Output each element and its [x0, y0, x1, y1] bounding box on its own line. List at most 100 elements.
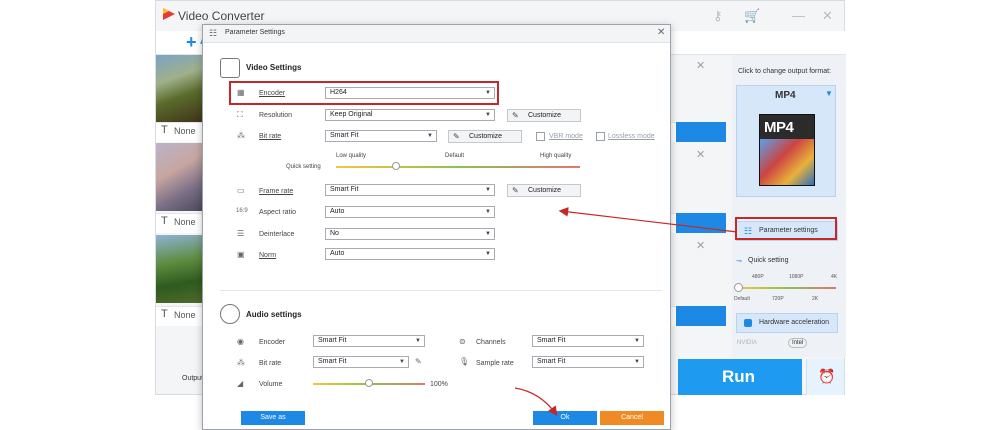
quick-setting-slider-track[interactable]	[736, 287, 836, 289]
aspect-ratio-label: Aspect ratio	[259, 209, 296, 216]
subtitle-value[interactable]: None	[174, 217, 196, 227]
channels-label: Channels	[476, 339, 506, 346]
chevron-down-icon: ▼	[485, 187, 491, 193]
video-thumbnail-people[interactable]	[156, 143, 202, 211]
nvidia-badge[interactable]: NVIDIA	[737, 340, 757, 346]
run-button[interactable]: Run	[678, 359, 802, 395]
dialog-close-icon[interactable]: ✕	[657, 27, 665, 38]
volume-value: 100%	[430, 381, 448, 388]
aspect-ratio-select[interactable]: Auto ▼	[325, 206, 495, 218]
minimize-icon[interactable]: —	[792, 8, 805, 23]
item-action-bar[interactable]	[676, 306, 726, 326]
cart-icon[interactable]: 🛒	[744, 8, 760, 24]
item-action-bar[interactable]	[676, 122, 726, 142]
chevron-down-icon: ▼	[634, 359, 640, 365]
audio-bitrate-icon: ⁂	[237, 358, 245, 367]
output-format-selector[interactable]: MP4 ▼ MP4	[736, 85, 836, 197]
sample-rate-label: Sample rate	[476, 360, 514, 367]
resolution-label: Resolution	[259, 112, 293, 119]
chevron-down-icon: ▼	[485, 112, 491, 118]
video-thumbnail-forest[interactable]	[156, 235, 202, 303]
bitrate-value: Smart Fit	[330, 132, 359, 139]
frame-rate-select[interactable]: Smart Fit ▼	[325, 184, 495, 196]
quick-setting-slider-knob[interactable]	[734, 283, 743, 292]
frame-rate-customize-button[interactable]: ✎ Customize	[507, 184, 581, 197]
cancel-button[interactable]: Cancel	[600, 411, 664, 425]
subtitle-icon: T	[161, 215, 168, 227]
volume-slider-knob[interactable]	[365, 379, 373, 387]
audio-bitrate-select[interactable]: Smart Fit ▼	[313, 356, 409, 368]
item-action-bar[interactable]	[676, 213, 726, 233]
lossless-mode-label: Lossless mode	[608, 133, 655, 140]
quick-tick: 1080P	[789, 274, 804, 280]
alarm-clock-button[interactable]: ⏰	[806, 359, 844, 395]
deinterlace-label: Deinterlace	[259, 231, 295, 238]
subtitle-value[interactable]: None	[174, 310, 196, 320]
bitrate-select[interactable]: Smart Fit ▼	[325, 130, 437, 142]
channels-value: Smart Fit	[537, 337, 566, 344]
remove-item-icon[interactable]: ✕	[696, 148, 705, 161]
quality-slider-track[interactable]	[336, 166, 580, 168]
deinterlace-value: No	[330, 230, 339, 237]
app-logo-icon	[163, 8, 175, 20]
bitrate-customize-button[interactable]: ✎ Customize	[448, 130, 522, 143]
remove-item-icon[interactable]: ✕	[696, 59, 705, 72]
quick-tick: 480P	[752, 274, 764, 280]
vbr-mode-checkbox[interactable]	[536, 132, 545, 141]
norm-value: Auto	[330, 250, 345, 257]
key-icon[interactable]: ⚷	[713, 8, 723, 24]
chevron-down-icon: ▼	[485, 251, 491, 257]
norm-label: Norm	[259, 252, 277, 259]
norm-icon: ▣	[237, 250, 245, 259]
chevron-down-icon[interactable]: ▼	[825, 89, 833, 98]
quick-tick: 2K	[812, 296, 819, 302]
pencil-icon: ✎	[512, 186, 519, 195]
sample-rate-select[interactable]: Smart Fit ▼	[532, 356, 644, 368]
hardware-acceleration-button[interactable]: Hardware acceleration	[736, 313, 838, 333]
parameter-settings-highlight	[735, 217, 837, 240]
channels-select[interactable]: Smart Fit ▼	[532, 335, 644, 347]
hardware-acceleration-label: Hardware acceleration	[759, 319, 830, 326]
output-format-hint: Click to change output format:	[738, 68, 831, 75]
dialog-title: Parameter Settings	[225, 29, 285, 36]
subtitle-icon: T	[161, 308, 168, 320]
add-file-icon[interactable]: +	[186, 32, 197, 53]
lossless-mode-checkbox[interactable]	[596, 132, 605, 141]
deinterlace-icon: ☰	[237, 229, 245, 238]
run-label: Run	[722, 367, 756, 386]
deinterlace-select[interactable]: No ▼	[325, 228, 495, 240]
channels-icon: ⊜	[459, 337, 466, 346]
bitrate-icon: ⁂	[237, 131, 245, 140]
encoder-highlight	[229, 81, 499, 105]
intel-badge[interactable]: Intel	[788, 338, 808, 348]
microphone-icon: 🎙	[459, 357, 470, 366]
audio-encoder-select[interactable]: Smart Fit ▼	[313, 335, 425, 347]
save-as-button[interactable]: Save as	[241, 411, 305, 425]
aspect-ratio-icon: 16:9	[236, 208, 248, 214]
video-thumbnail-tractor[interactable]	[156, 55, 202, 123]
volume-label: Volume	[259, 381, 283, 388]
section-divider	[220, 290, 662, 291]
subtitle-value[interactable]: None	[174, 126, 196, 136]
norm-select[interactable]: Auto ▼	[325, 248, 495, 260]
pencil-icon[interactable]: ✎	[415, 357, 422, 366]
resolution-customize-button[interactable]: ✎ Customize	[507, 109, 581, 122]
film-reel-art	[760, 139, 814, 185]
resolution-select[interactable]: Keep Original ▼	[325, 109, 495, 121]
output-format-panel: Click to change output format: MP4 ▼ MP4…	[732, 55, 846, 357]
bitrate-label: Bit rate	[259, 133, 282, 140]
chevron-down-icon: ▼	[399, 359, 405, 365]
quality-slider-knob[interactable]	[391, 162, 400, 170]
dialog-title-bar: ☷ Parameter Settings ✕	[203, 25, 670, 43]
ok-button[interactable]: Ok	[533, 411, 597, 425]
video-settings-title: Video Settings	[246, 63, 302, 72]
chevron-down-icon: ▼	[485, 231, 491, 237]
audio-settings-title: Audio settings	[246, 310, 302, 319]
chip-icon	[744, 319, 752, 327]
mp4-format-icon-label: MP4	[764, 119, 794, 136]
remove-item-icon[interactable]: ✕	[696, 239, 705, 252]
output-format-name: MP4	[775, 90, 796, 101]
audio-encoder-label: Encoder	[259, 339, 286, 346]
chevron-down-icon: ▼	[415, 338, 421, 344]
close-icon[interactable]: ✕	[822, 8, 833, 24]
